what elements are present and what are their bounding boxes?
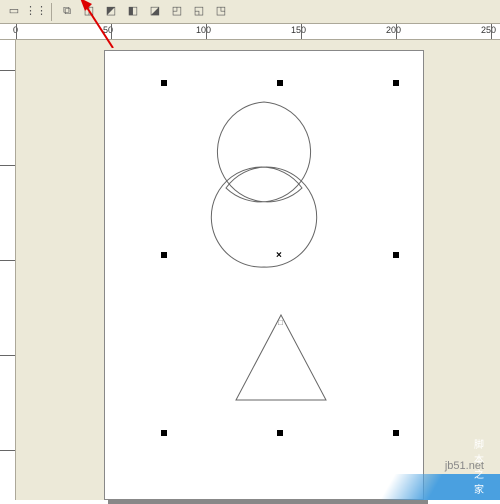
ruler-tick-150: 150	[291, 25, 306, 35]
canvas-workspace[interactable]: × □	[16, 40, 500, 500]
selection-handle[interactable]	[393, 80, 399, 86]
horizontal-ruler[interactable]: 0 50 100 150 200 250	[0, 24, 500, 40]
tb-btn-1[interactable]: ⋮⋮	[26, 2, 46, 22]
ruler-tick-200: 200	[386, 25, 401, 35]
club-shape-object[interactable]	[164, 92, 364, 342]
simplify-icon: ◪	[150, 6, 160, 17]
tb-btn-5[interactable]: ◧	[123, 2, 143, 22]
tb-btn-2[interactable]: ⧉	[57, 2, 77, 22]
selection-handle[interactable]	[277, 430, 283, 436]
ruler-tick-100: 100	[196, 25, 211, 35]
group-icon: ⧉	[63, 6, 71, 17]
combine-icon: ◳	[216, 6, 226, 17]
tb-btn-8[interactable]: ◱	[189, 2, 209, 22]
vertical-ruler[interactable]	[0, 40, 16, 500]
align-icon: ▭	[9, 6, 19, 17]
tb-btn-0[interactable]: ▭	[4, 2, 24, 22]
tb-btn-7[interactable]: ◰	[167, 2, 187, 22]
selection-handle[interactable]	[393, 252, 399, 258]
selection-handle[interactable]	[161, 430, 167, 436]
distribute-icon: ⋮⋮	[25, 6, 47, 17]
selection-center-mark: ×	[276, 250, 282, 261]
property-bar: ▭ ⋮⋮ ⧉ ◫ ◩ ◧ ◪ ◰ ◱ ◳	[0, 0, 500, 24]
intersect-icon: ◧	[128, 6, 138, 17]
tb-btn-6[interactable]: ◪	[145, 2, 165, 22]
tb-btn-9[interactable]: ◳	[211, 2, 231, 22]
front-icon: ◰	[172, 6, 182, 17]
toolbar-separator	[51, 3, 52, 21]
selection-handle[interactable]	[277, 80, 283, 86]
selection-handle[interactable]	[161, 80, 167, 86]
back-icon: ◱	[194, 6, 204, 17]
selection-handle[interactable]	[161, 252, 167, 258]
red-arrow-annotation	[78, 0, 118, 48]
triangle-node-mark: □	[278, 318, 283, 327]
selection-handle[interactable]	[393, 430, 399, 436]
watermark-brand: 脚本之家	[474, 436, 484, 496]
ruler-tick-250: 250	[481, 25, 496, 35]
